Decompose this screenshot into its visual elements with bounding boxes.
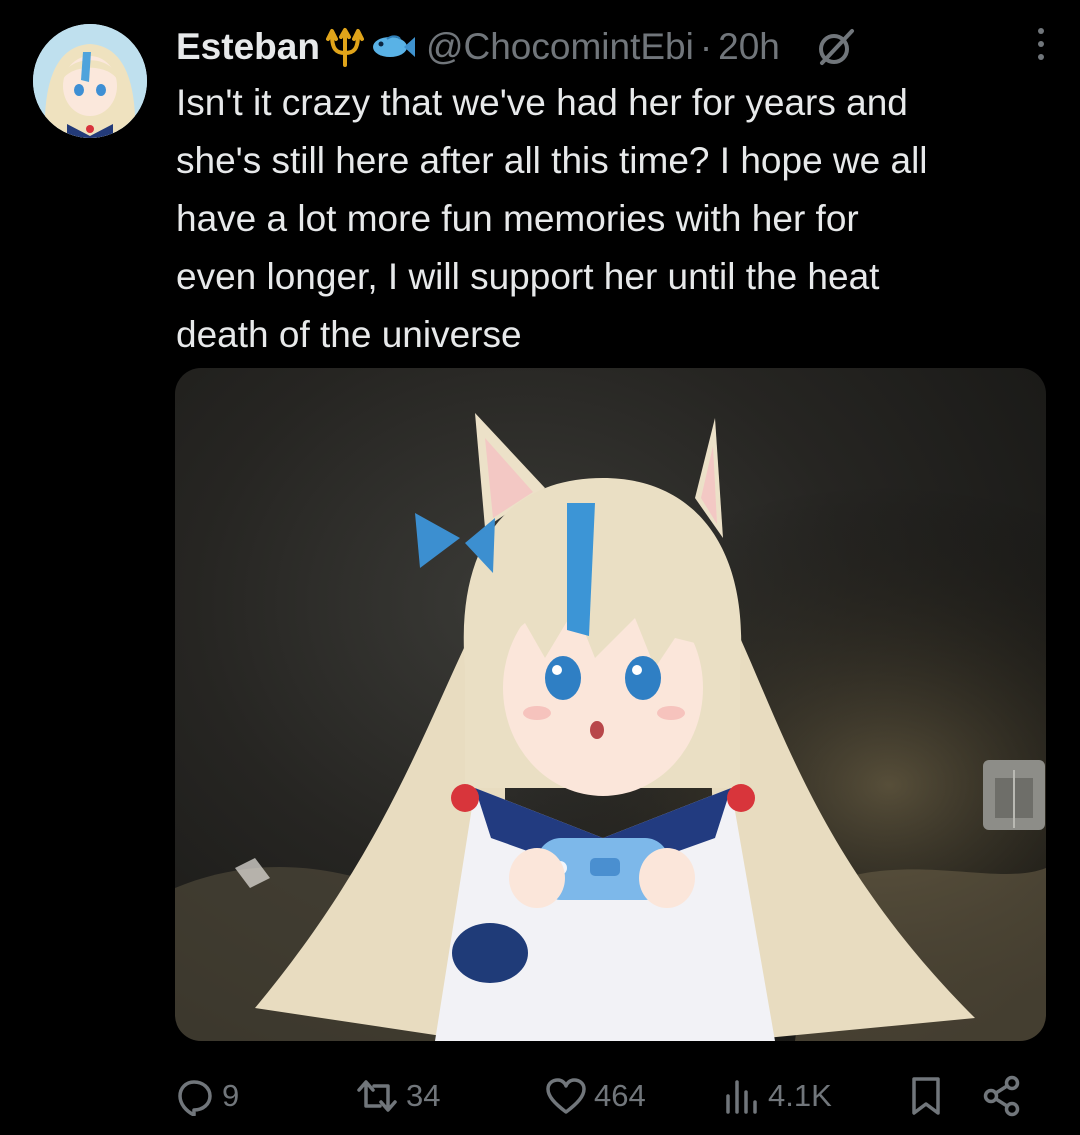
tweet-header: Esteban @ChocomintEbi · 20h xyxy=(176,22,1050,72)
bookmark-icon xyxy=(912,1077,940,1115)
separator-dot: · xyxy=(699,26,713,67)
views-chart-icon xyxy=(726,1080,757,1114)
tweet-text-line: even longer, I will support her until th… xyxy=(176,256,880,297)
heart-icon xyxy=(546,1078,586,1114)
anime-character-illustration xyxy=(175,368,1046,1041)
vest-item xyxy=(983,760,1045,830)
tweet-actions: 9 34 464 4.1K xyxy=(176,1068,1026,1124)
views-button[interactable]: 4.1K xyxy=(722,1068,832,1124)
grok-icon[interactable] xyxy=(814,25,858,69)
reply-button[interactable]: 9 xyxy=(176,1068,239,1124)
trident-icon xyxy=(322,27,368,67)
share-button[interactable] xyxy=(982,1068,1022,1124)
reply-count: 9 xyxy=(222,1078,240,1113)
author-handle[interactable]: @ChocomintEbi xyxy=(426,26,694,68)
avatar[interactable] xyxy=(33,24,147,138)
tweet-text: Isn't it crazy that we've had her for ye… xyxy=(176,74,1056,364)
author-display-name[interactable]: Esteban xyxy=(176,26,320,68)
tweet-text-line: she's still here after all this time? I … xyxy=(176,140,928,181)
tweet-text-line: death of the universe xyxy=(176,314,522,355)
more-options-icon[interactable] xyxy=(1038,28,1044,60)
tweet-text-line: Isn't it crazy that we've had her for ye… xyxy=(176,82,908,123)
retweet-count: 34 xyxy=(406,1078,441,1113)
tweet-text-line: have a lot more fun memories with her fo… xyxy=(176,198,859,239)
view-count: 4.1K xyxy=(768,1078,832,1113)
retweet-button[interactable]: 34 xyxy=(354,1068,440,1124)
bookmark-button[interactable] xyxy=(908,1068,944,1124)
avatar-image xyxy=(33,24,147,138)
like-count: 464 xyxy=(594,1078,646,1113)
reply-icon xyxy=(178,1080,212,1116)
share-icon xyxy=(983,1075,1020,1117)
tweet-timestamp[interactable]: 20h xyxy=(718,26,780,68)
retweet-icon xyxy=(357,1080,397,1112)
tweet-media-image[interactable] xyxy=(175,368,1046,1041)
like-button[interactable]: 464 xyxy=(544,1068,646,1124)
fish-icon xyxy=(370,30,416,64)
